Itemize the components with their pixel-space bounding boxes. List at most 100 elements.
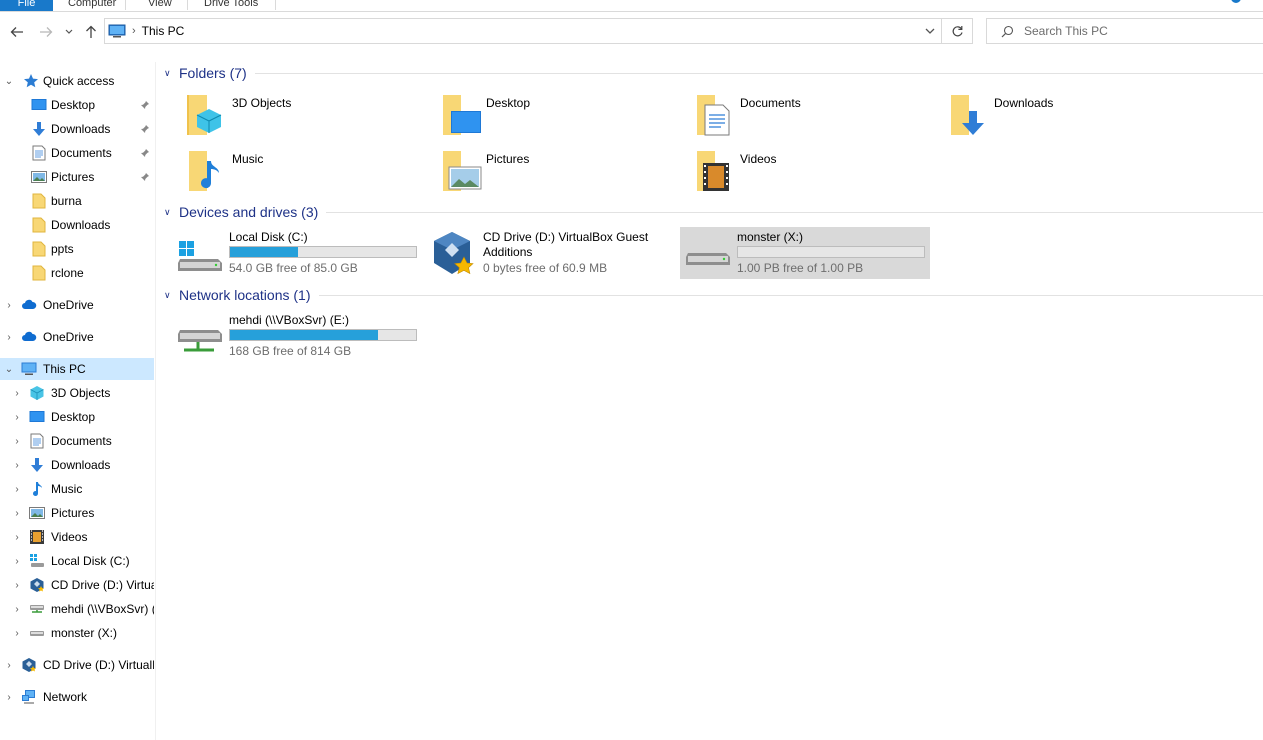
sidebar-item-desktop[interactable]: Desktop [0,94,154,116]
refresh-button[interactable] [942,18,973,44]
folder-label: Desktop [486,96,531,110]
sidebar-item-desktop-pc[interactable]: › Desktop [0,406,154,428]
drive-cd-drive-d[interactable]: CD Drive (D:) VirtualBox Guest Additions… [430,227,680,279]
sidebar-item-videos[interactable]: › Videos [0,526,154,548]
chevron-right-icon[interactable]: › [12,580,22,591]
chevron-right-icon[interactable]: › [12,412,22,423]
pin-icon[interactable] [140,172,150,182]
chevron-right-icon[interactable]: › [4,300,14,311]
chevron-right-icon[interactable]: › [12,628,22,639]
chevron-right-icon[interactable]: › [12,460,22,471]
film-icon [30,530,44,544]
sidebar-item-onedrive[interactable]: › OneDrive [0,294,154,316]
sidebar-item-label: Music [51,482,83,496]
chevron-down-icon[interactable]: ∨ [164,207,174,218]
chevron-right-icon[interactable]: › [12,508,22,519]
sidebar-item-label: Downloads [51,458,111,472]
music-folder-icon [189,151,219,191]
chevron-right-icon[interactable]: › [12,436,22,447]
drive-name: Local Disk (C:) [229,230,308,244]
navigation-pane[interactable]: ⌄ Quick access Desktop Downloads Documen… [0,62,156,740]
chevron-right-icon[interactable]: › [12,604,22,615]
pin-icon[interactable] [140,124,150,134]
sidebar-item-label: Quick access [43,74,115,88]
pin-icon[interactable] [140,100,150,110]
folder-desktop[interactable]: Desktop [433,91,683,141]
chevron-right-icon[interactable]: › [12,484,22,495]
group-header-devices-and-drives[interactable]: ∨ Devices and drives (3) [164,202,1263,222]
tab-file[interactable]: File [0,0,53,11]
sidebar-item-network[interactable]: › Network [0,686,154,708]
sidebar-item-label: CD Drive (D:) VirtualBox Guest Additions [43,658,154,672]
chevron-right-icon[interactable]: › [12,532,22,543]
address-dropdown-icon[interactable] [925,23,935,39]
pin-icon[interactable] [140,148,150,158]
chevron-right-icon[interactable]: › [4,332,14,343]
sidebar-item-local-disk-c[interactable]: › Local Disk (C:) [0,550,154,572]
chevron-right-icon[interactable]: › [12,556,22,567]
chevron-down-icon[interactable]: ∨ [164,290,174,301]
chevron-down-icon[interactable]: ∨ [164,68,174,79]
folder-music[interactable]: Music [179,147,429,197]
tab-computer[interactable]: Computer [68,0,116,11]
sidebar-item-monster-x[interactable]: › monster (X:) [0,622,154,644]
sidebar-item-pictures[interactable]: Pictures [0,166,154,188]
chevron-down-icon[interactable]: ⌄ [4,76,14,87]
drive-free-space: 168 GB free of 814 GB [229,344,352,358]
sidebar-item-cd-drive-d-root[interactable]: › CD Drive (D:) VirtualBox Guest Additio… [0,654,154,676]
sidebar-item-this-pc[interactable]: ⌄ This PC [0,358,154,380]
drive-monster-x[interactable]: monster (X:) 1.00 PB free of 1.00 PB [680,227,930,279]
sidebar-item-onedrive-2[interactable]: › OneDrive [0,326,154,348]
sidebar-item-music[interactable]: › Music [0,478,154,500]
drive-local-disk-c[interactable]: Local Disk (C:) 54.0 GB free of 85.0 GB [176,227,426,279]
search-box[interactable]: Search This PC [986,18,1263,44]
sidebar-item-downloads-pc[interactable]: › Downloads [0,454,154,476]
folder-downloads[interactable]: Downloads [941,91,1191,141]
breadcrumb-this-pc[interactable]: This PC [142,24,185,38]
help-icon[interactable] [1229,0,1243,6]
group-header-folders[interactable]: ∨ Folders (7) [164,63,1263,83]
content-pane[interactable]: ∨ Folders (7) 3D Objects Desktop Documen… [160,62,1263,740]
back-arrow-icon [10,27,23,37]
sidebar-item-documents[interactable]: Documents [0,142,154,164]
forward-button[interactable] [37,20,55,44]
desktop-folder-icon [443,95,481,135]
folder-documents[interactable]: Documents [687,91,937,141]
sidebar-item-downloads-folder[interactable]: Downloads [0,214,154,236]
ribbon-separator [187,0,188,10]
pictures-icon [31,171,47,183]
sidebar-item-mehdi-e[interactable]: › mehdi (\\VBoxSvr) (E:) [0,598,154,620]
sidebar-item-quick-access[interactable]: ⌄ Quick access [0,70,154,92]
sidebar-item-3d-objects[interactable]: › 3D Objects [0,382,154,404]
network-location-mehdi-e[interactable]: mehdi (\\VBoxSvr) (E:) 168 GB free of 81… [176,310,426,362]
chevron-down-icon[interactable]: ⌄ [4,364,14,375]
chevron-right-icon[interactable]: › [4,692,14,703]
recent-locations-button[interactable] [62,20,76,44]
address-bar[interactable]: › This PC [104,18,942,44]
folder-3d-objects[interactable]: 3D Objects [179,91,429,141]
virtualbox-icon [434,232,474,275]
sidebar-item-documents-pc[interactable]: › Documents [0,430,154,452]
sidebar-item-rclone[interactable]: rclone [0,262,154,284]
breadcrumb-chevron-icon[interactable]: › [132,25,136,37]
tab-drive-tools[interactable]: Drive Tools [204,0,258,11]
chevron-right-icon[interactable]: › [12,388,22,399]
back-button[interactable] [8,20,26,44]
up-button[interactable] [82,20,100,44]
download-arrow-icon [31,458,43,472]
sidebar-item-downloads[interactable]: Downloads [0,118,154,140]
folder-videos[interactable]: Videos [687,147,937,197]
up-arrow-icon [86,25,96,38]
sidebar-item-cd-drive-d[interactable]: › CD Drive (D:) VirtualBox Guest Additio… [0,574,154,596]
sidebar-item-ppts[interactable]: ppts [0,238,154,260]
sidebar-item-label: mehdi (\\VBoxSvr) (E:) [51,602,154,616]
chevron-right-icon[interactable]: › [4,660,14,671]
tab-view[interactable]: View [148,0,172,11]
sidebar-item-pictures-pc[interactable]: › Pictures [0,502,154,524]
sidebar-item-label: rclone [51,266,84,280]
folder-pictures[interactable]: Pictures [433,147,683,197]
sidebar-item-burna[interactable]: burna [0,190,154,212]
drive-name: monster (X:) [737,230,804,244]
group-header-network-locations[interactable]: ∨ Network locations (1) [164,285,1263,305]
folder-icon [32,265,46,281]
